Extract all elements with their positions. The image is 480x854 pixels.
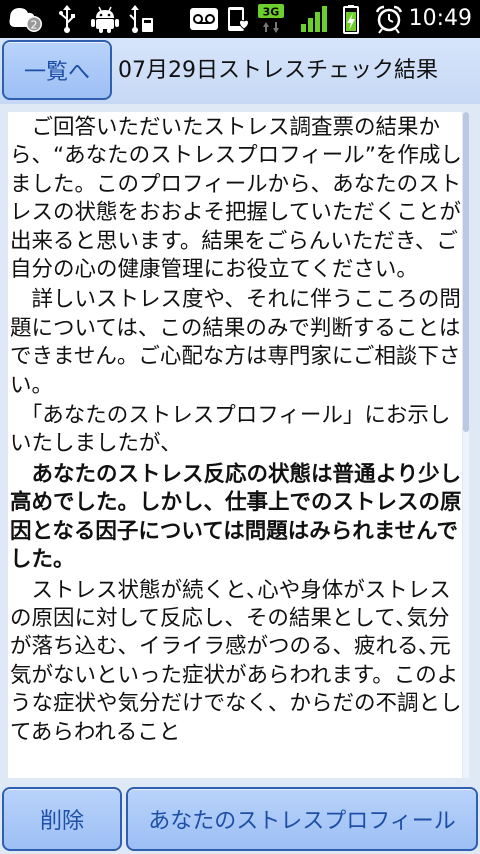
stress-profile-button[interactable]: あなたのストレスプロフィール: [126, 787, 478, 851]
result-paragraph: 「あなたのストレスプロフィール」にお示しいたしましたが、: [10, 403, 451, 457]
result-text-area[interactable]: ご回答いただいたストレス調査票の結果から、“あなたのストレスプロフィール”を作成…: [8, 112, 462, 778]
delete-button[interactable]: 削除: [2, 787, 122, 851]
notification-app-icon[interactable]: 2: [4, 4, 48, 34]
result-paragraph: ストレス状態が続くと､心や身体がストレスの原因に対して反応し、その結果として､気…: [10, 577, 462, 745]
status-clock: 10:49: [408, 6, 472, 31]
android-debug-icon: [88, 4, 122, 34]
battery-charging-icon: [338, 4, 364, 34]
result-paragraph: あなたのストレス反応の状態は普通より少し高めでした。しかし、仕事上でのストレスの…: [10, 461, 462, 573]
status-bar: 2 3G 10:49: [0, 0, 480, 38]
usb-storage-icon: [126, 4, 156, 34]
back-to-list-button[interactable]: 一覧へ: [2, 40, 112, 100]
alarm-clock-icon: [372, 4, 406, 34]
network-type-label: 3G: [263, 6, 280, 19]
notification-count: 2: [31, 19, 38, 32]
usb-icon: [54, 4, 80, 34]
page-title: 07月29日ストレスチェック結果: [118, 58, 438, 83]
app-header: 一覧へ 07月29日ストレスチェック結果: [0, 38, 480, 104]
phone-heart-icon: [224, 4, 254, 34]
scrollbar-thumb[interactable]: [463, 112, 469, 432]
result-paragraph: ご回答いただいたストレス調査票の結果から、“あなたのストレスプロフィール”を作成…: [10, 115, 462, 283]
signal-strength-icon: [298, 4, 330, 34]
network-3g-icon: 3G: [256, 4, 288, 34]
content-scrollbar[interactable]: [463, 112, 469, 778]
voicemail-icon: [188, 4, 220, 34]
result-paragraph: 詳しいストレス度や、それに伴うこころの問題については、この結果のみで判断すること…: [10, 287, 461, 398]
bottom-button-bar: 削除 あなたのストレスプロフィール: [0, 784, 480, 854]
